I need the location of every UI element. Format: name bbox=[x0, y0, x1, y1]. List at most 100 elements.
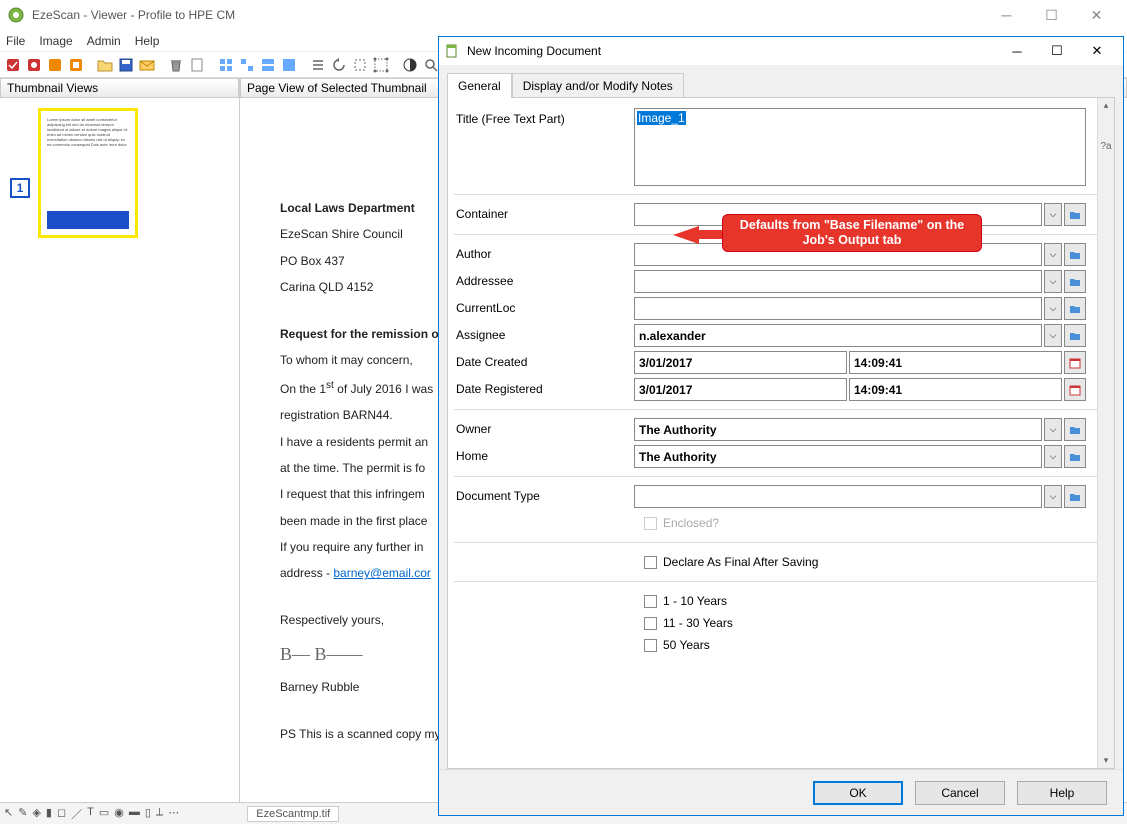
doctype-dropdown-button[interactable]: ⌵ bbox=[1044, 485, 1062, 508]
grid1-icon[interactable] bbox=[217, 56, 235, 74]
label-owner: Owner bbox=[454, 418, 634, 436]
addressee-dropdown-button[interactable]: ⌵ bbox=[1044, 270, 1062, 293]
page-icon[interactable] bbox=[188, 56, 206, 74]
grid4-icon[interactable] bbox=[280, 56, 298, 74]
menu-help[interactable]: Help bbox=[135, 34, 160, 48]
assignee-browse-button[interactable] bbox=[1064, 324, 1086, 347]
note-icon[interactable]: ▭ bbox=[99, 806, 109, 822]
email-link[interactable]: barney@email.cor bbox=[333, 566, 431, 580]
maximize-button[interactable]: ☐ bbox=[1029, 1, 1074, 29]
text-icon[interactable]: T bbox=[87, 806, 94, 822]
dialog-minimize-button[interactable]: ─ bbox=[997, 38, 1037, 64]
owner-input[interactable] bbox=[634, 418, 1042, 441]
scroll-down-icon[interactable]: ▾ bbox=[1104, 755, 1109, 766]
redact-icon[interactable]: ▬ bbox=[129, 806, 140, 822]
line-icon[interactable]: ／ bbox=[71, 806, 82, 822]
page-number-badge[interactable]: 1 bbox=[10, 178, 30, 198]
mail-icon[interactable] bbox=[138, 56, 156, 74]
owner-browse-button[interactable] bbox=[1064, 418, 1086, 441]
grid3-icon[interactable] bbox=[259, 56, 277, 74]
shape-icon[interactable]: ◻ bbox=[57, 806, 66, 822]
owner-dropdown-button[interactable]: ⌵ bbox=[1044, 418, 1062, 441]
label-years-1-10: 1 - 10 Years bbox=[663, 594, 727, 608]
annotation-callout: Defaults from "Base Filename" on the Job… bbox=[722, 214, 982, 252]
open-folder-icon[interactable] bbox=[96, 56, 114, 74]
pencil-icon[interactable]: ✎ bbox=[18, 806, 27, 822]
doctype-input[interactable] bbox=[634, 485, 1042, 508]
label-author: Author bbox=[454, 243, 634, 261]
rotate-left-icon[interactable] bbox=[330, 56, 348, 74]
label-years-11-30: 11 - 30 Years bbox=[663, 616, 733, 630]
label-years-50: 50 Years bbox=[663, 638, 710, 652]
dialog-maximize-button[interactable]: ☐ bbox=[1037, 38, 1077, 64]
menu-image[interactable]: Image bbox=[39, 34, 72, 48]
years-11-30-checkbox[interactable] bbox=[644, 617, 657, 630]
cancel-button[interactable]: Cancel bbox=[915, 781, 1005, 805]
doctype-browse-button[interactable] bbox=[1064, 485, 1086, 508]
currentloc-input[interactable] bbox=[634, 297, 1042, 320]
eraser-icon[interactable]: ◈ bbox=[32, 806, 40, 822]
save-icon[interactable] bbox=[117, 56, 135, 74]
status-filename: EzeScantmp.tif bbox=[247, 806, 339, 822]
contrast-icon[interactable] bbox=[401, 56, 419, 74]
stamp-icon[interactable]: ◉ bbox=[114, 806, 124, 822]
scan-orange2-icon[interactable] bbox=[67, 56, 85, 74]
container-dropdown-button[interactable]: ⌵ bbox=[1044, 203, 1062, 226]
scan-orange-icon[interactable] bbox=[46, 56, 64, 74]
date-created-input[interactable] bbox=[634, 351, 847, 374]
close-button[interactable]: ✕ bbox=[1074, 1, 1119, 29]
new-document-dialog: New Incoming Document ─ ☐ ✕ General Disp… bbox=[438, 36, 1124, 816]
app-icon bbox=[8, 7, 24, 23]
home-browse-button[interactable] bbox=[1064, 445, 1086, 468]
years-1-10-checkbox[interactable] bbox=[644, 595, 657, 608]
date-registered-input[interactable] bbox=[634, 378, 847, 401]
highlight-icon[interactable]: ▯ bbox=[145, 806, 151, 822]
declare-final-checkbox[interactable] bbox=[644, 556, 657, 569]
trash-icon[interactable] bbox=[167, 56, 185, 74]
tab-notes[interactable]: Display and/or Modify Notes bbox=[512, 73, 684, 98]
assignee-input[interactable] bbox=[634, 324, 1042, 347]
marker-icon[interactable]: ▮ bbox=[46, 806, 52, 822]
scroll-up-icon[interactable]: ▴ bbox=[1104, 100, 1109, 111]
more-icon[interactable]: ⋯ bbox=[168, 806, 179, 822]
thumbnail-page-1[interactable]: Lorem ipsum dolor sit amet consectetur a… bbox=[38, 108, 138, 238]
currentloc-dropdown-button[interactable]: ⌵ bbox=[1044, 297, 1062, 320]
cursor-icon[interactable]: ↖ bbox=[4, 806, 13, 822]
label-enclosed: Enclosed? bbox=[663, 516, 719, 530]
crop-icon[interactable] bbox=[351, 56, 369, 74]
minimize-button[interactable]: ─ bbox=[984, 1, 1029, 29]
author-browse-button[interactable] bbox=[1064, 243, 1086, 266]
help-marker-icon[interactable]: ?a bbox=[1100, 141, 1111, 152]
select-icon[interactable] bbox=[372, 56, 390, 74]
date-registered-picker-button[interactable] bbox=[1064, 378, 1086, 401]
time-created-input[interactable] bbox=[849, 351, 1062, 374]
form-scrollbar[interactable]: ▴ ?a ▾ bbox=[1097, 98, 1114, 768]
scan-red-icon[interactable] bbox=[4, 56, 22, 74]
container-browse-button[interactable] bbox=[1064, 203, 1086, 226]
author-dropdown-button[interactable]: ⌵ bbox=[1044, 243, 1062, 266]
assignee-dropdown-button[interactable]: ⌵ bbox=[1044, 324, 1062, 347]
label-assignee: Assignee bbox=[454, 324, 634, 342]
currentloc-browse-button[interactable] bbox=[1064, 297, 1086, 320]
home-input[interactable] bbox=[634, 445, 1042, 468]
dialog-close-button[interactable]: ✕ bbox=[1077, 38, 1117, 64]
label-container: Container bbox=[454, 203, 634, 221]
main-titlebar: EzeScan - Viewer - Profile to HPE CM ─ ☐… bbox=[0, 0, 1127, 30]
measure-icon[interactable]: ⟂ bbox=[156, 806, 163, 822]
help-button[interactable]: Help bbox=[1017, 781, 1107, 805]
time-registered-input[interactable] bbox=[849, 378, 1062, 401]
menu-admin[interactable]: Admin bbox=[87, 34, 121, 48]
list-icon[interactable] bbox=[309, 56, 327, 74]
date-created-picker-button[interactable] bbox=[1064, 351, 1086, 374]
grid2-icon[interactable] bbox=[238, 56, 256, 74]
addressee-browse-button[interactable] bbox=[1064, 270, 1086, 293]
scan-red2-icon[interactable] bbox=[25, 56, 43, 74]
menu-file[interactable]: File bbox=[6, 34, 25, 48]
ok-button[interactable]: OK bbox=[813, 781, 903, 805]
title-input[interactable]: Image_1 bbox=[634, 108, 1086, 186]
years-50-checkbox[interactable] bbox=[644, 639, 657, 652]
document-icon bbox=[445, 44, 459, 58]
home-dropdown-button[interactable]: ⌵ bbox=[1044, 445, 1062, 468]
addressee-input[interactable] bbox=[634, 270, 1042, 293]
tab-general[interactable]: General bbox=[447, 73, 512, 98]
